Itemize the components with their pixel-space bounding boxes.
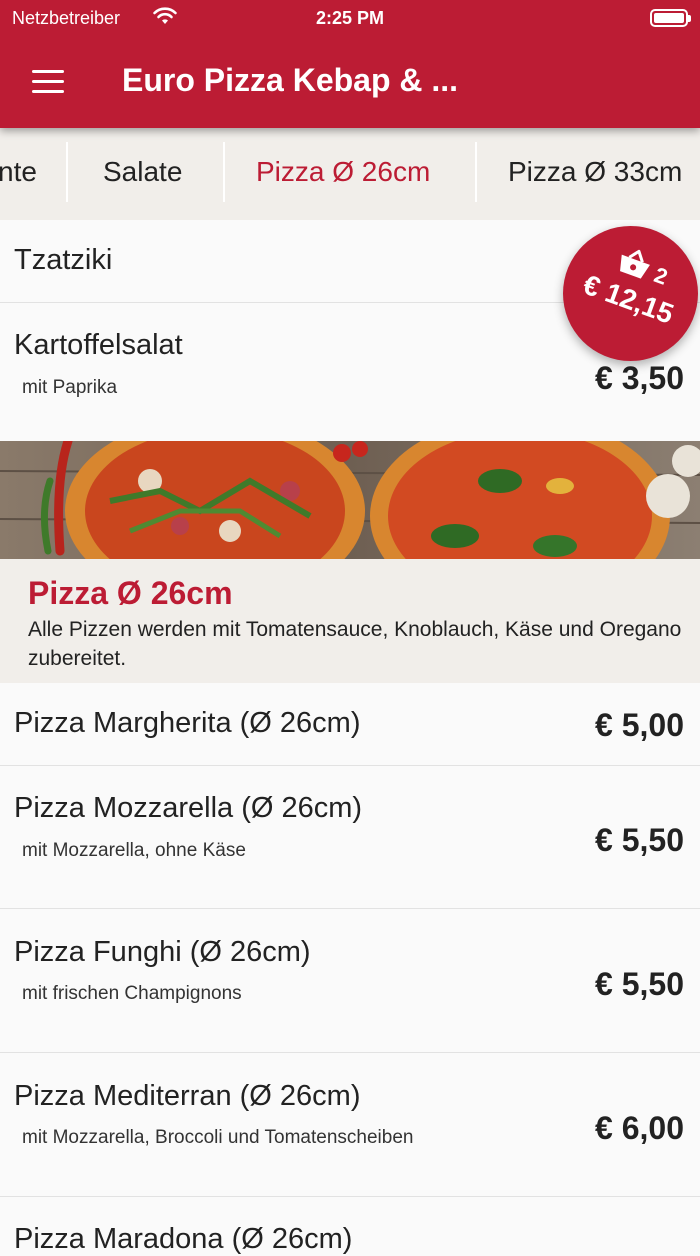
menu-icon[interactable] [32,70,64,94]
category-tabs: nte Salate Pizza Ø 26cm Pizza Ø 33cm [0,128,700,220]
list-item[interactable]: Pizza Mozzarella (Ø 26cm) mit Mozzarella… [0,766,700,909]
item-name: Kartoffelsalat [14,329,183,361]
tab-divider [66,142,68,202]
app-header: Netzbetreiber 2:25 PM Euro Pizza Kebap &… [0,0,700,128]
item-price: € 5,00 [595,707,684,743]
list-item[interactable]: Pizza Maradona (Ø 26cm) [0,1197,700,1255]
status-bar: Netzbetreiber 2:25 PM [0,0,700,36]
tab-divider [475,142,477,202]
list-item[interactable]: Pizza Mediterran (Ø 26cm) mit Mozzarella… [0,1053,700,1197]
list-item[interactable]: Pizza Margherita (Ø 26cm) € 5,00 [0,683,700,766]
item-name: Pizza Mediterran (Ø 26cm) [14,1080,361,1112]
item-description: mit Mozzarella, Broccoli und Tomatensche… [22,1127,414,1148]
section-description: Alle Pizzen werden mit Tomatensauce, Kno… [28,618,682,670]
clock: 2:25 PM [315,8,385,28]
item-name: Pizza Mozzarella (Ø 26cm) [14,792,363,824]
tab-salate[interactable]: Salate [103,142,182,202]
cart-count: 2 [650,262,672,290]
cart-button[interactable]: 2 € 12,15 [563,226,698,361]
section-title: Pizza Ø 26cm [28,575,233,611]
item-description: mit Mozzarella, ohne Käse [22,840,246,861]
item-price: € 5,50 [595,966,684,1002]
battery-icon [650,9,691,27]
tab-divider [223,142,225,202]
pizza-banner-image [0,441,700,559]
section-header: Pizza Ø 26cm Alle Pizzen werden mit Toma… [0,559,700,683]
item-name: Pizza Margherita (Ø 26cm) [14,707,361,739]
tab-vorspeisen[interactable]: nte [0,142,37,202]
item-name: Pizza Maradona (Ø 26cm) [14,1223,353,1255]
item-name: Tzatziki [14,244,113,276]
tab-pizza-26[interactable]: Pizza Ø 26cm [256,142,430,202]
item-name: Pizza Funghi (Ø 26cm) [14,936,311,968]
list-item[interactable]: Pizza Funghi (Ø 26cm) mit frischen Champ… [0,909,700,1053]
item-description: mit frischen Champignons [22,983,242,1004]
page-title: Euro Pizza Kebap & ... [122,62,459,98]
item-description: mit Paprika [22,377,118,398]
tab-pizza-33[interactable]: Pizza Ø 33cm [508,142,682,202]
item-price: € 5,50 [595,822,684,858]
item-price: € 6,00 [595,1110,684,1146]
basket-icon [620,249,650,279]
